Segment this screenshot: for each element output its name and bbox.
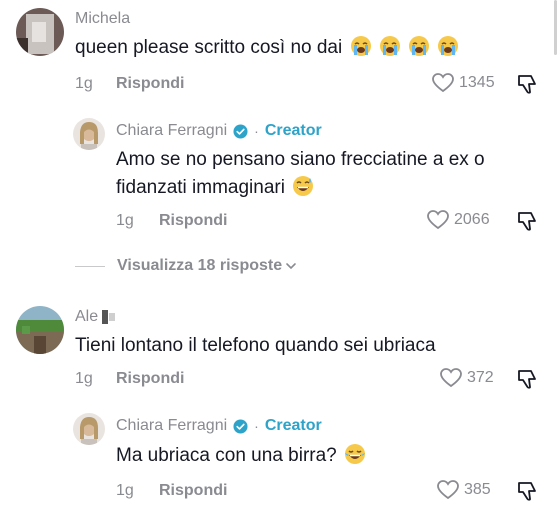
comment-text-content: fidanzati immaginari [116, 177, 285, 198]
heart-icon [432, 73, 454, 93]
grinning-face-with-sweat-icon [292, 175, 314, 197]
loudly-crying-face-icon [350, 35, 372, 57]
like-count: 1345 [459, 74, 495, 91]
separator-dot: · [254, 123, 259, 139]
username: Chiara Ferragni · Creator [116, 122, 322, 140]
heart-icon [427, 210, 449, 230]
username: Ale [75, 308, 116, 326]
comment-time: 1g [75, 75, 93, 92]
reply-button[interactable]: Rispondi [116, 370, 184, 388]
loudly-crying-face-icon [379, 35, 401, 57]
comment-text: queen please scritto così no dai [75, 34, 459, 62]
username-redacted [109, 313, 116, 321]
comment-time: 1g [116, 482, 134, 499]
comment-time: 1g [116, 212, 134, 229]
loudly-crying-face-icon [437, 35, 459, 57]
comment-text-line: fidanzati immaginari [116, 174, 485, 202]
creator-label: Creator [264, 417, 322, 434]
avatar-ale[interactable] [16, 306, 64, 354]
like-count: 385 [464, 481, 491, 498]
scrollbar[interactable] [554, 0, 557, 55]
like-count: 2066 [454, 211, 490, 228]
comment-text-content: Ma ubriaca con una birra? [116, 445, 337, 466]
heart-icon [440, 368, 462, 388]
verified-badge-icon [233, 418, 248, 434]
face-with-tears-of-joy-icon [344, 443, 366, 465]
username-redacted [102, 310, 109, 324]
comment-text: Ma ubriaca con una birra? [116, 442, 366, 470]
avatar-chiara-ferragni[interactable] [73, 118, 105, 150]
reply-button[interactable]: Rispondi [159, 482, 227, 500]
heart-icon [437, 480, 459, 500]
avatar-chiara-ferragni[interactable] [73, 413, 105, 445]
like-button[interactable]: 385 [436, 478, 491, 502]
thumbs-down-icon [518, 75, 536, 94]
thumbs-down-icon [518, 482, 536, 501]
comment-time: 1g [75, 370, 93, 387]
thumbs-down-icon [518, 370, 536, 389]
dislike-button[interactable] [516, 479, 540, 503]
comment-text-line: Amo se no pensano siano frecciatine a ex… [116, 149, 485, 170]
like-button[interactable]: 1345 [431, 71, 495, 95]
reply-button[interactable]: Rispondi [159, 212, 227, 230]
username: Chiara Ferragni · Creator [116, 417, 322, 435]
divider-line [75, 265, 105, 267]
reply-button[interactable]: Rispondi [116, 75, 184, 93]
dislike-button[interactable] [516, 209, 540, 233]
separator-dot: · [254, 418, 259, 434]
like-button[interactable]: 372 [439, 366, 494, 390]
username[interactable]: Michela [75, 10, 130, 28]
comment-text: Tieni lontano il telefono quando sei ubr… [75, 335, 436, 356]
username-text[interactable]: Chiara Ferragni [116, 417, 227, 435]
view-replies-label: Visualizza 18 risposte [117, 257, 283, 274]
comment-text: Amo se no pensano siano frecciatine a ex… [116, 146, 485, 202]
chevron-down-icon [286, 263, 296, 270]
dislike-button[interactable] [516, 367, 540, 391]
username-text[interactable]: Ale [75, 308, 98, 326]
avatar-michela[interactable] [16, 8, 64, 56]
username-text[interactable]: Chiara Ferragni [116, 122, 227, 140]
view-replies-button[interactable]: Visualizza 18 risposte [75, 257, 297, 275]
verified-badge-icon [233, 123, 248, 139]
thumbs-down-icon [518, 212, 536, 231]
creator-label: Creator [264, 122, 322, 139]
comment-text-content: queen please scritto così no dai [75, 37, 343, 58]
like-button[interactable]: 2066 [426, 208, 490, 232]
like-count: 372 [467, 369, 494, 386]
dislike-button[interactable] [516, 72, 540, 96]
loudly-crying-face-icon [408, 35, 430, 57]
